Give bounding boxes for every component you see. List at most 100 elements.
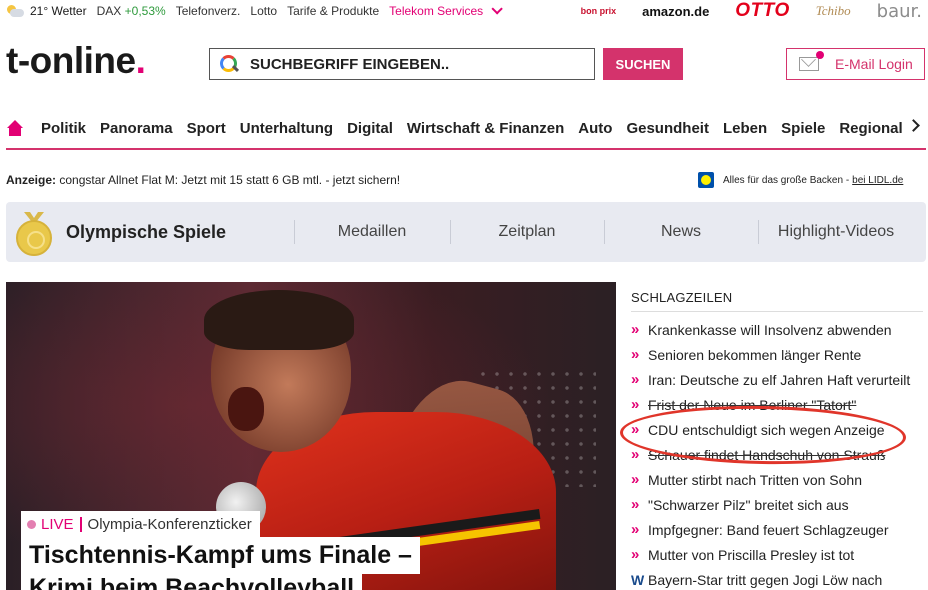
headline-text: Iran: Deutsche zu elf Jahren Haft verurt… [648,371,911,388]
headlines-title: SCHLAGZEILEN [631,290,733,305]
headline-text: Bayern-Star tritt gegen Jogi Löw nach [648,571,883,588]
headline-text: Mutter stirbt nach Tritten von Sohn [648,471,862,488]
dax-change: +0,53% [124,4,166,18]
nav-item-gesundheit[interactable]: Gesundheit [626,120,709,137]
live-dot-icon [27,519,36,529]
search-button[interactable]: SUCHEN [603,48,683,80]
double-chevron-icon: » [631,446,640,463]
list-item[interactable]: » Frist der Neue im Berliner "Tatort" [631,392,926,417]
headline-text: Krankenkasse will Insolvenz abwenden [648,321,892,338]
dax-label: DAX [96,4,122,18]
logo-text: t-online [6,40,136,81]
olympics-bar: Olympische Spiele Medaillen Zeitplan New… [6,202,926,262]
headline-text: "Schwarzer Pilz" breitet sich aus [648,496,849,513]
headlines-list: » Krankenkasse will Insolvenz abwenden » S… [631,317,926,590]
list-item[interactable]: » Senioren bekommen länger Rente [631,342,926,367]
chevron-down-icon [491,3,503,15]
nav-item-wirtschaft-finanzen[interactable]: Wirtschaft & Finanzen [407,120,564,137]
list-item[interactable]: » Krankenkasse will Insolvenz abwenden [631,317,926,342]
weather-text: 21° Wetter [30,4,87,18]
headline-text: Frist der Neue im Berliner "Tatort" [648,396,857,413]
ad-text: congstar Allnet Flat M: Jetzt mit 15 sta… [59,173,401,187]
nav-item-spiele[interactable]: Spiele [781,120,825,137]
olympics-title[interactable]: Olympische Spiele [66,222,226,243]
link-lotto[interactable]: Lotto [250,4,277,18]
list-item[interactable]: » Schauer findet Handschuh von Strauß [631,442,926,467]
search-icon [220,55,238,73]
weather-widget[interactable]: 21° Wetter [6,4,87,18]
double-chevron-icon: » [631,421,640,438]
ticker-label: Olympia-Konferenzticker [87,515,252,533]
search-input[interactable] [250,55,580,73]
tab-news[interactable]: News [604,223,758,241]
list-item[interactable]: » Iran: Deutsche zu elf Jahren Haft verur… [631,367,926,392]
telekom-services-dropdown[interactable]: Telekom Services [389,3,503,18]
weather-icon [6,5,24,17]
lidl-ad-text: Alles für das große Backen - [723,174,850,186]
headlines-divider [631,311,923,312]
live-ticker-tag[interactable]: LIVE Olympia-Konferenzticker [21,511,260,537]
divider [79,516,82,532]
double-chevron-icon: » [631,371,640,388]
nav-item-unterhaltung[interactable]: Unterhaltung [240,120,333,137]
nav-item-auto[interactable]: Auto [578,120,612,137]
medal-icon [16,212,52,256]
site-logo[interactable]: t-online. [6,40,146,82]
hero-headline-line-2[interactable]: Krimi beim Beachvolleyball [21,574,363,590]
link-tarife[interactable]: Tarife & Produkte [287,4,379,18]
text-ad[interactable]: Anzeige: congstar Allnet Flat M: Jetzt m… [6,173,400,187]
double-chevron-icon: » [631,521,640,538]
chevron-right-icon[interactable] [907,119,920,132]
headline-text: Schauer findet Handschuh von Strauß [648,446,886,463]
home-icon[interactable] [6,120,24,136]
partner-otto[interactable]: OTTO [735,0,789,22]
nav-item-sport[interactable]: Sport [187,120,226,137]
dax-widget[interactable]: DAX +0,53% [97,4,166,18]
nav-divider [6,148,926,150]
partner-bonprix[interactable]: bon prix [581,7,617,16]
list-item[interactable]: » Mutter stirbt nach Tritten von Sohn [631,467,926,492]
logo-dot: . [135,40,146,81]
double-chevron-icon: » [631,471,640,488]
partner-baur[interactable]: baur. [877,1,922,22]
double-chevron-icon: » [631,496,640,513]
nav-item-leben[interactable]: Leben [723,120,767,137]
double-chevron-icon: » [631,546,640,563]
tab-zeitplan[interactable]: Zeitplan [450,223,604,241]
double-chevron-icon: » [631,346,640,363]
nav-item-regional[interactable]: Regional [839,120,902,137]
list-item[interactable]: » Impfgegner: Band feuert Schlagzeuger [631,517,926,542]
headline-text: Impfgegner: Band feuert Schlagzeuger [648,521,889,538]
email-login-label: E-Mail Login [835,56,913,72]
list-item[interactable]: » CDU entschuldigt sich wegen Anzeige [631,417,926,442]
list-item[interactable]: » "Schwarzer Pilz" breitet sich aus [631,492,926,517]
list-item[interactable]: » Mutter von Priscilla Presley ist tot [631,542,926,567]
search-box [209,48,595,80]
headline-text: CDU entschuldigt sich wegen Anzeige [648,421,885,438]
email-login-button[interactable]: E-Mail Login [786,48,925,80]
nav-item-digital[interactable]: Digital [347,120,393,137]
partner-amazon[interactable]: amazon.de [642,4,709,19]
envelope-icon [799,51,824,71]
lidl-link[interactable]: bei LIDL.de [852,175,903,186]
telekom-services-label: Telekom Services [389,4,484,18]
headline-text: Senioren bekommen länger Rente [648,346,862,363]
lidl-ad[interactable]: Alles für das große Backen - bei LIDL.de [698,172,903,188]
lidl-logo-icon [698,172,714,188]
ad-label: Anzeige: [6,173,57,187]
list-item[interactable]: W Bayern-Star tritt gegen Jogi Löw nach [631,567,926,590]
live-label: LIVE [41,515,74,533]
double-chevron-icon: » [631,396,640,413]
link-telefonverzeichnis[interactable]: Telefonverz. [176,4,241,18]
double-chevron-icon: » [631,321,640,338]
partner-logos: bon prix amazon.de OTTO Tchibo baur. [555,0,922,22]
partner-tchibo[interactable]: Tchibo [816,3,851,19]
nav-item-politik[interactable]: Politik [41,120,86,137]
tab-medaillen[interactable]: Medaillen [294,223,450,241]
main-navigation: Politik Panorama Sport Unterhaltung Digi… [6,116,926,140]
hero-headline-line-1[interactable]: Tischtennis-Kampf ums Finale – [21,537,420,574]
headline-text: Mutter von Priscilla Presley ist tot [648,546,855,563]
tab-highlight-videos[interactable]: Highlight-Videos [758,223,914,241]
nav-item-panorama[interactable]: Panorama [100,120,173,137]
w-icon: W [631,571,645,588]
